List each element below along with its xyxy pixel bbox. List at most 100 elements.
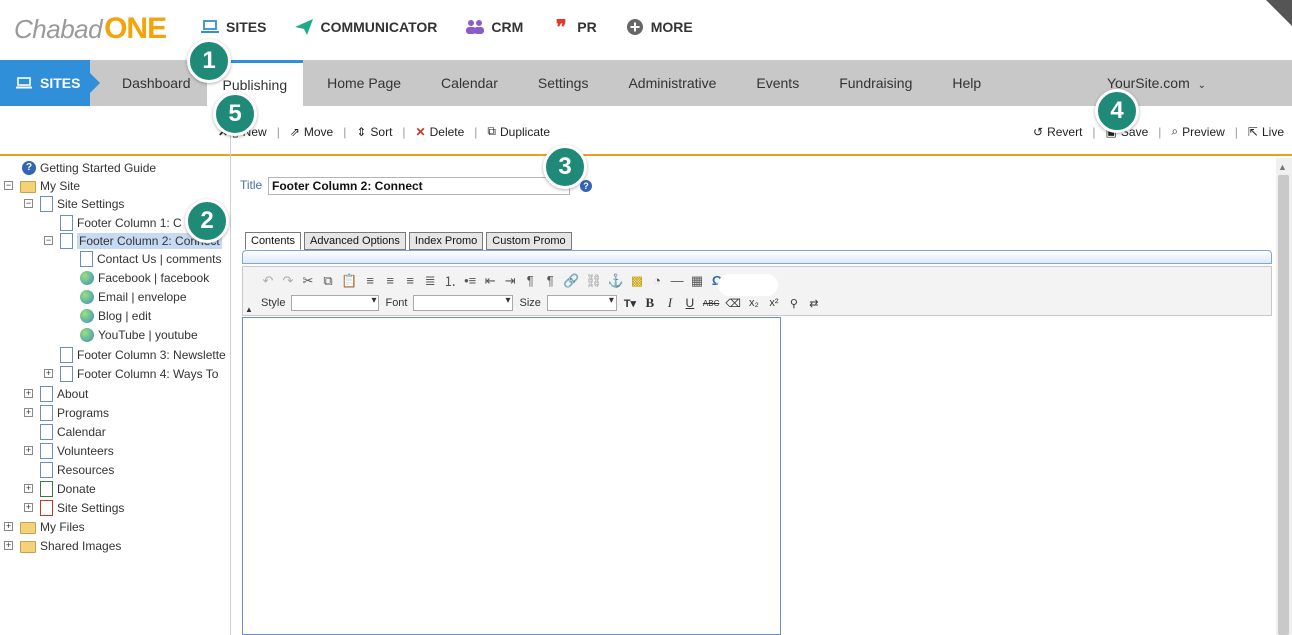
- numbered-list-icon[interactable]: ⒈: [443, 271, 457, 290]
- find-icon[interactable]: ⚲: [787, 297, 801, 310]
- tab-advanced-options[interactable]: Advanced Options: [304, 232, 406, 250]
- undo-icon[interactable]: ↶: [261, 273, 275, 289]
- redo-icon[interactable]: ↷: [281, 273, 295, 289]
- duplicate-button[interactable]: ⧉ Duplicate: [487, 124, 550, 139]
- tab-events[interactable]: Events: [740, 60, 815, 106]
- cut-icon[interactable]: ✂: [301, 273, 315, 289]
- style-select[interactable]: [291, 295, 380, 311]
- expand-icon[interactable]: +: [24, 408, 33, 417]
- collapse-toolbar-icon[interactable]: ▲: [245, 305, 253, 314]
- expand-icon[interactable]: +: [24, 484, 33, 493]
- expand-icon[interactable]: +: [24, 503, 33, 512]
- font-select[interactable]: [413, 295, 514, 311]
- topnav-crm[interactable]: CRM: [465, 18, 523, 36]
- size-select[interactable]: [546, 295, 617, 311]
- expand-icon[interactable]: +: [4, 541, 13, 550]
- anchor-icon[interactable]: ⚓: [608, 273, 624, 289]
- tab-contents[interactable]: Contents: [245, 232, 302, 250]
- collapse-icon[interactable]: −: [4, 181, 13, 190]
- topnav-sites[interactable]: SITES: [200, 18, 266, 36]
- tree-item-contact-us[interactable]: Contact Us | comments: [80, 249, 222, 268]
- editor-content-area[interactable]: [242, 317, 781, 635]
- align-left-icon[interactable]: ≡: [363, 273, 377, 288]
- text-color-icon[interactable]: T▾: [623, 297, 637, 310]
- tab-calendar[interactable]: Calendar: [425, 60, 514, 106]
- tree-item-site-settings[interactable]: Site Settings: [40, 194, 124, 213]
- tree-item-resources[interactable]: Resources: [40, 460, 114, 479]
- tab-custom-promo[interactable]: Custom Promo: [486, 232, 572, 250]
- eraser-icon[interactable]: ⌫: [725, 297, 741, 310]
- tree-item-youtube[interactable]: YouTube | youtube: [80, 325, 198, 344]
- redaction-blob: [718, 274, 778, 296]
- tree-item-calendar[interactable]: Calendar: [40, 422, 106, 441]
- revert-icon: ↺: [1033, 124, 1044, 139]
- collapse-icon[interactable]: −: [24, 199, 33, 208]
- horizontal-rule-icon[interactable]: —: [670, 273, 684, 288]
- live-button[interactable]: ⇱ Live: [1248, 125, 1284, 139]
- bold-icon[interactable]: B: [643, 295, 657, 311]
- tree-item-shared-images[interactable]: Shared Images: [20, 536, 121, 555]
- delete-button[interactable]: ✕ Delete: [416, 125, 465, 139]
- tree-item-programs[interactable]: Programs: [40, 403, 109, 422]
- tab-help[interactable]: Help: [936, 60, 997, 106]
- tree-item-email[interactable]: Email | envelope: [80, 287, 187, 306]
- table-icon[interactable]: ▦: [690, 273, 704, 289]
- tab-settings[interactable]: Settings: [522, 60, 605, 106]
- topnav-communicator[interactable]: COMMUNICATOR: [294, 18, 437, 36]
- preview-button[interactable]: ⌕ Preview: [1171, 124, 1224, 139]
- paste-icon[interactable]: 📋: [341, 273, 357, 289]
- underline-icon[interactable]: U: [683, 296, 697, 310]
- sites-tab[interactable]: SITES: [0, 60, 100, 106]
- tab-index-promo[interactable]: Index Promo: [408, 232, 484, 250]
- expand-icon[interactable]: +: [44, 369, 53, 378]
- tab-administrative[interactable]: Administrative: [612, 60, 732, 106]
- italic-icon[interactable]: I: [663, 295, 677, 311]
- tree-item-getting-started[interactable]: ? Getting Started Guide: [22, 158, 156, 177]
- justify-icon[interactable]: ≣: [423, 273, 437, 289]
- topnav-more[interactable]: MORE: [625, 18, 693, 36]
- tab-fundraising[interactable]: Fundraising: [823, 60, 928, 106]
- tree-item-facebook[interactable]: Facebook | facebook: [80, 268, 209, 287]
- scrollbar-thumb[interactable]: [1278, 175, 1289, 635]
- tree-item-my-site[interactable]: My Site: [20, 176, 80, 195]
- collapse-icon[interactable]: −: [44, 236, 53, 245]
- tree-item-volunteers[interactable]: Volunteers: [40, 441, 114, 460]
- unlink-icon[interactable]: ⛓: [585, 273, 602, 289]
- scroll-up-icon[interactable]: ▲: [1278, 162, 1287, 172]
- indent-icon[interactable]: ⇥: [503, 273, 517, 289]
- tree-item-site-settings-2[interactable]: Site Settings: [40, 498, 124, 517]
- bullet-list-icon[interactable]: •≡: [463, 273, 477, 288]
- image-icon[interactable]: ▩: [630, 273, 644, 289]
- ltr-icon[interactable]: ¶: [523, 273, 537, 288]
- outdent-icon[interactable]: ⇤: [483, 273, 497, 289]
- align-center-icon[interactable]: ≡: [383, 273, 397, 288]
- expand-icon[interactable]: +: [24, 389, 33, 398]
- help-icon[interactable]: ?: [580, 180, 592, 192]
- superscript-icon[interactable]: x²: [767, 297, 781, 309]
- align-right-icon[interactable]: ≡: [403, 273, 417, 288]
- chabad-one-logo[interactable]: Chabad ONE: [14, 12, 167, 45]
- topnav-pr[interactable]: ❞ PR: [551, 17, 597, 39]
- revert-button[interactable]: ↺ Revert: [1033, 125, 1082, 139]
- expand-icon[interactable]: +: [4, 522, 13, 531]
- tree-item-footer-col-4[interactable]: Footer Column 4: Ways To: [60, 364, 218, 383]
- sort-button[interactable]: ⇕ Sort: [356, 125, 392, 139]
- tree-item-blog[interactable]: Blog | edit: [80, 306, 151, 325]
- flash-icon[interactable]: ◔: [650, 273, 664, 288]
- corner-ribbon[interactable]: [1266, 0, 1292, 26]
- tree-item-donate[interactable]: Donate: [40, 479, 96, 498]
- move-button[interactable]: ⇗ Move: [290, 125, 333, 139]
- tree-item-about[interactable]: About: [40, 384, 88, 403]
- tree-item-footer-col-1[interactable]: Footer Column 1: C: [60, 213, 182, 232]
- copy-icon[interactable]: ⧉: [321, 273, 335, 289]
- tree-item-my-files[interactable]: My Files: [20, 517, 85, 536]
- tab-home-page[interactable]: Home Page: [311, 60, 417, 106]
- expand-icon[interactable]: +: [24, 446, 33, 455]
- rtl-icon[interactable]: ¶: [543, 273, 557, 288]
- replace-icon[interactable]: ⇄: [807, 297, 821, 310]
- title-input[interactable]: Footer Column 2: Connect: [268, 177, 570, 195]
- subscript-icon[interactable]: x₂: [747, 297, 761, 309]
- tree-item-footer-col-3[interactable]: Footer Column 3: Newslette: [60, 345, 226, 364]
- link-icon[interactable]: 🔗: [563, 273, 579, 289]
- strikethrough-icon[interactable]: ABC: [703, 299, 719, 308]
